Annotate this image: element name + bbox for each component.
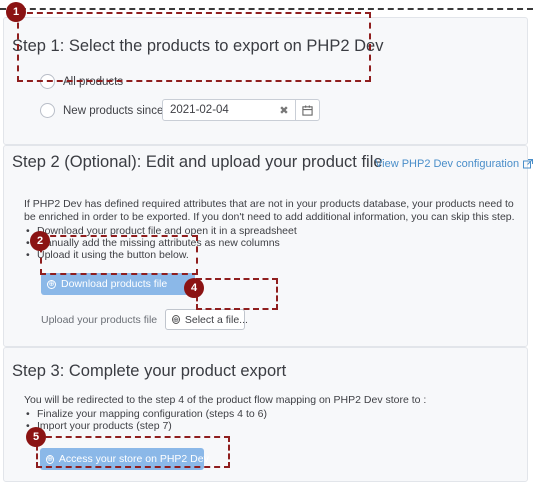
highlight-box-2 (40, 235, 198, 275)
top-dashed-divider (0, 8, 533, 10)
step-badge-1: 1 (6, 2, 26, 22)
radio-button[interactable] (40, 103, 55, 118)
radio-new-products[interactable]: New products since ? (40, 103, 179, 118)
date-picker[interactable]: 2021-02-04 ✖ (162, 99, 320, 121)
step3-description: You will be redirected to the step 4 of … (24, 394, 427, 406)
list-item: Finalize your mapping configuration (ste… (24, 408, 267, 420)
step2-description: If PHP2 Dev has defined required attribu… (24, 198, 515, 223)
highlight-box-4 (196, 278, 278, 310)
step-badge-5: 5 (26, 427, 46, 447)
upload-label: Upload your products file (41, 314, 158, 326)
step-badge-2: 2 (30, 231, 50, 251)
external-link-icon (523, 159, 533, 169)
select-file-button[interactable]: ⊕ Select a file... (165, 309, 248, 330)
view-config-link-label: View PHP2 Dev configuration (375, 158, 520, 170)
step-badge-4: 4 (184, 278, 204, 298)
date-input[interactable]: 2021-02-04 (163, 104, 273, 116)
download-products-label: Download products file (61, 278, 168, 290)
download-products-button[interactable]: ⊕ Download products file (41, 273, 195, 295)
highlight-box-5 (36, 436, 230, 468)
list-item: Import your products (step 7) (24, 420, 267, 432)
clear-date-icon[interactable]: ✖ (273, 104, 295, 117)
radio-new-products-label: New products since (63, 104, 164, 117)
step3-bullet-list: Finalize your mapping configuration (ste… (24, 408, 267, 432)
step3-title: Step 3: Complete your product export (12, 362, 287, 380)
view-config-link[interactable]: View PHP2 Dev configuration (375, 158, 533, 170)
download-icon: ⊕ (47, 279, 56, 289)
select-file-label: Select a file... (184, 313, 248, 326)
step2-title: Step 2 (Optional): Edit and upload your … (12, 153, 383, 171)
upload-icon: ⊕ (172, 315, 180, 324)
calendar-icon[interactable] (295, 100, 319, 120)
highlight-box-1 (17, 12, 371, 82)
